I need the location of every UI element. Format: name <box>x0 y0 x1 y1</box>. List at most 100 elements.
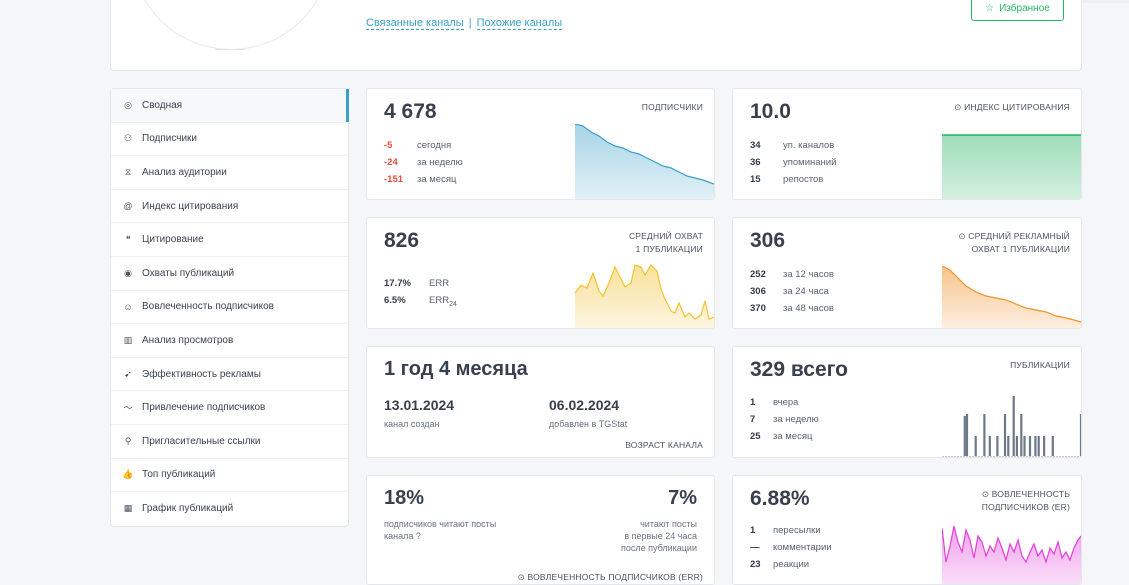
posts-bar <box>1043 436 1046 456</box>
row-label: за месяц <box>417 174 457 185</box>
label-text: ВОВЛЕЧЕННОСТЬ ПОДПИСЧИКОВ (ERR) <box>527 572 703 582</box>
row-value: 306 <box>750 286 766 297</box>
info-icon: ⊙ <box>981 489 992 499</box>
citation-row: 15 репостов <box>750 171 836 188</box>
posts-rows: 1 вчера 7 за неделю 25 за месяц <box>750 394 819 445</box>
sidebar-item-label: Индекс цитирования <box>142 200 239 212</box>
subscribers-row-week: -24 за неделю <box>384 154 463 171</box>
sidebar-item[interactable]: ❝ Цитирование <box>111 223 348 257</box>
related-channels-link[interactable]: Связанные каналы <box>366 17 464 30</box>
err-card[interactable]: 18% подписчиков читают посты канала ? 7% … <box>366 475 715 585</box>
label-line: ⊙ СРЕДНИЙ РЕКЛАМНЫЙ <box>958 230 1070 243</box>
sidebar-item[interactable]: ⧖ Анализ аудитории <box>111 156 348 190</box>
posts-bar <box>963 416 966 456</box>
row-value: 23 <box>750 559 761 570</box>
sidebar-item[interactable]: ◉ Охваты публикаций <box>111 257 348 291</box>
sidebar-item[interactable]: ⚲ Пригласительные ссылки <box>111 425 348 459</box>
info-icon: ⊙ <box>954 102 965 112</box>
quote-icon: ❝ <box>125 234 131 245</box>
dashboard-icon: ◎ <box>124 99 132 110</box>
er-label: ⊙ ВОВЛЕЧЕННОСТЬ ПОДПИСЧИКОВ (ER) <box>982 488 1070 514</box>
similar-channels-link[interactable]: Похожие каналы <box>476 17 563 30</box>
posts-bar <box>996 436 999 456</box>
er-row: 1 пересылки <box>750 522 832 539</box>
sidebar-item[interactable]: ➹ Эффективность рекламы <box>111 358 348 392</box>
er-sparkline <box>942 525 1081 584</box>
posts-bar <box>1079 414 1081 456</box>
posts-bar <box>1037 436 1040 456</box>
subscribers-sparkline <box>575 124 714 199</box>
star-icon: ☆ <box>985 3 995 14</box>
sidebar-item-label: Вовлеченность подписчиков <box>142 301 274 313</box>
added-date: 06.02.2024 <box>549 397 620 413</box>
channel-age-label: ВОЗРАСТ КАНАЛА <box>625 440 703 450</box>
ad-reach-label: ⊙ СРЕДНИЙ РЕКЛАМНЫЙ ОХВАТ 1 ПУБЛИКАЦИИ <box>958 230 1070 256</box>
sidebar-item-label: Цитирование <box>142 234 204 246</box>
reach-sparkline <box>575 264 714 328</box>
bar-chart-icon: ▥ <box>123 334 133 345</box>
sidebar-item[interactable]: ⚇ Подписчики <box>111 123 348 157</box>
posts-bar <box>1028 436 1032 456</box>
subscribers-card[interactable]: 4 678 ПОДПИСЧИКИ -5 сегодня -24 за неделю … <box>366 88 715 200</box>
label-text: ВОВЛЕЧЕННОСТЬ <box>991 489 1070 499</box>
sidebar-item[interactable]: @ Индекс цитирования <box>111 190 348 224</box>
posts-card[interactable]: 329 всего ПУБЛИКАЦИИ 1 вчера 7 за неделю 2… <box>732 346 1082 458</box>
row-label: уп. каналов <box>783 140 835 151</box>
row-label: за неделю <box>773 414 819 425</box>
err-right-value: 7% <box>668 487 697 509</box>
citation-index-card[interactable]: 10.0 ⊙ ИНДЕКС ЦИТИРОВАНИЯ 34 уп. каналов … <box>732 88 1082 200</box>
row-value: 36 <box>750 157 761 168</box>
sidebar-item-label: График публикаций <box>142 503 234 515</box>
label-text: СРЕДНИЙ РЕКЛАМНЫЙ <box>968 231 1070 241</box>
desc-line: канала ? <box>384 530 496 542</box>
ad-reach-sparkline <box>942 266 1081 328</box>
row-value: 15 <box>750 174 761 185</box>
question-icon[interactable]: ? <box>416 531 421 541</box>
sidebar-item[interactable]: ◎ Сводная <box>111 89 349 123</box>
row-label: за месяц <box>773 431 813 442</box>
row-label: реакции <box>773 559 810 570</box>
sidebar-item[interactable]: ▥ Анализ просмотров <box>111 324 348 358</box>
label-line: СРЕДНИЙ ОХВАТ <box>628 231 703 241</box>
ad-reach-card[interactable]: 306 ⊙ СРЕДНИЙ РЕКЛАМНЫЙ ОХВАТ 1 ПУБЛИКАЦИ… <box>732 217 1082 329</box>
channel-header-card: Связанные каналы | Похожие каналы ☆ Избран… <box>110 0 1082 71</box>
row-value: 252 <box>750 269 766 280</box>
posts-bar <box>1023 436 1026 456</box>
rocket-icon: ➹ <box>124 368 132 379</box>
row-label: за 48 часов <box>783 303 834 314</box>
label-line: ОХВАТ 1 ПУБЛИКАЦИИ <box>971 244 1070 254</box>
label-line: 1 ПУБЛИКАЦИИ <box>635 244 703 254</box>
avg-reach-card[interactable]: 826 СРЕДНИЙ ОХВАТ 1 ПУБЛИКАЦИИ 17.7% ERR 6… <box>366 217 715 329</box>
desc-line: подписчиков читают посты <box>384 519 497 529</box>
posts-bar <box>983 414 986 456</box>
engagement-icon: ☺ <box>123 301 133 312</box>
row-value: 1 <box>750 525 756 536</box>
sidebar-item-label: Эффективность рекламы <box>142 368 261 380</box>
row-value: 7 <box>750 414 756 425</box>
row-label: вчера <box>773 397 799 408</box>
row-value: -151 <box>384 174 404 185</box>
channel-age-value: 1 год 4 месяца <box>384 358 528 380</box>
ad-reach-rows: 252 за 12 часов 306 за 24 часа 370 за 48 ча… <box>750 266 834 317</box>
link-icon: ⚲ <box>124 435 132 446</box>
er-card[interactable]: 6.88% ⊙ ВОВЛЕЧЕННОСТЬ ПОДПИСЧИКОВ (ER) 1п… <box>732 475 1082 585</box>
sidebar-item[interactable]: 👍 Топ публикаций <box>111 459 348 493</box>
sidebar-item[interactable]: 〜 Привлечение подписчиков <box>111 391 348 425</box>
er-row: — комментарии <box>750 539 832 556</box>
favorite-button[interactable]: ☆ Избранное <box>971 0 1064 21</box>
err-subscript: 24 <box>449 300 457 308</box>
er-row: 23 реакции <box>750 556 832 573</box>
sidebar-item-label: Охваты публикаций <box>142 267 235 279</box>
sidebar-item-label: Анализ просмотров <box>142 334 234 346</box>
eye-icon: ◉ <box>124 267 132 278</box>
at-icon: @ <box>123 201 133 212</box>
sidebar-item[interactable]: ▦ График публикаций <box>111 492 348 526</box>
sidebar-item-label: Анализ аудитории <box>142 166 227 178</box>
citation-label-text: ИНДЕКС ЦИТИРОВАНИЯ <box>964 102 1070 112</box>
sidebar-item[interactable]: ☺ Вовлеченность подписчиков <box>111 291 348 325</box>
channel-avatar <box>131 0 331 50</box>
row-value: 25 <box>750 431 761 442</box>
ad-reach-value: 306 <box>750 229 786 252</box>
citation-row: 36 упоминаний <box>750 154 836 171</box>
ad-reach-row: 306 за 24 часа <box>750 283 834 300</box>
